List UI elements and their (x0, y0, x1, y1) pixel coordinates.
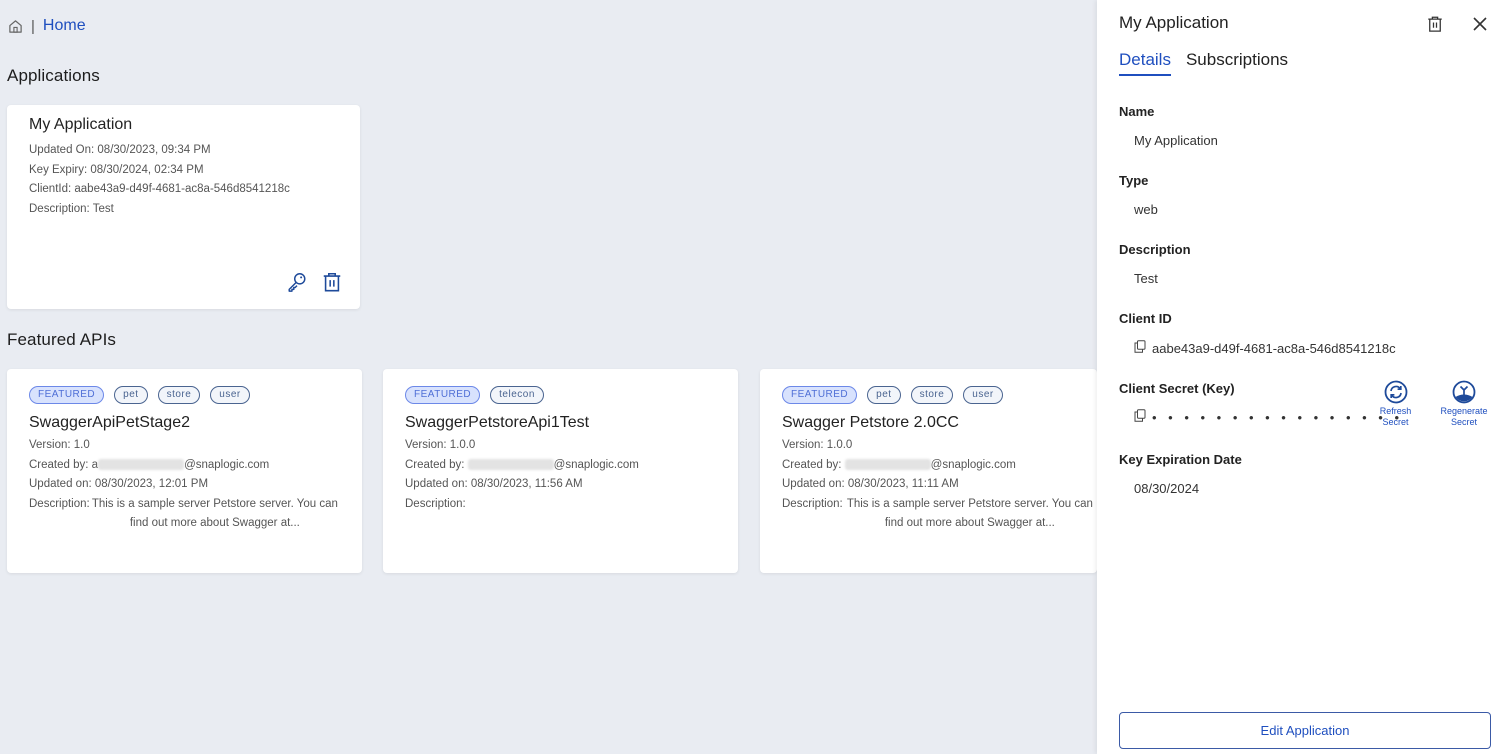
description-text (466, 495, 716, 515)
api-created-by: Created by: @snaplogic.com (405, 456, 716, 476)
application-key-expiry: Key Expiry: 08/30/2024, 02:34 PM (29, 163, 204, 176)
field-label: Client Secret (Key) (1119, 381, 1235, 396)
regenerate-secret-button[interactable]: Regenerate Secret (1436, 380, 1492, 428)
field-label: Key Expiration Date (1119, 452, 1242, 467)
api-version: Version: 1.0 (29, 439, 90, 451)
api-name: SwaggerApiPetStage2 (29, 414, 190, 431)
field-value: • • • • • • • • • • • • • • • • (1134, 409, 1403, 425)
copy-icon[interactable] (1134, 340, 1146, 356)
tag: store (910, 386, 954, 404)
description-label: Description: (29, 497, 90, 510)
field-value: Test (1134, 271, 1158, 286)
redacted-email (98, 458, 185, 470)
edit-application-button[interactable]: Edit Application (1119, 712, 1491, 749)
secret-actions: Refresh Secret Regenerate Secret (1373, 380, 1492, 428)
api-name: SwaggerPetstoreApi1Test (405, 414, 590, 431)
client-id-value: aabe43a9-d49f-4681-ac8a-546d8541218c (1152, 340, 1396, 356)
description-label: Description: (782, 497, 843, 510)
tag: user (963, 386, 1003, 404)
application-detail-panel: My Application Details Subscriptions Nam… (1097, 0, 1500, 754)
field-type: Type web (1119, 173, 1158, 217)
panel-tabs: Details Subscriptions (1119, 50, 1288, 76)
api-created-by: Created by: a @snaplogic.com (29, 456, 340, 476)
field-key-expiration: Key Expiration Date 08/30/2024 (1119, 452, 1242, 496)
field-name: Name My Application (1119, 104, 1218, 148)
api-updated-on: Updated on: 08/30/2023, 12:01 PM (29, 478, 209, 490)
api-created-by: Created by: @snaplogic.com (782, 456, 1075, 476)
api-updated-on: Updated on: 08/30/2023, 11:11 AM (782, 478, 959, 490)
application-client-id: ClientId: aabe43a9-d49f-4681-ac8a-546d85… (29, 183, 290, 195)
tab-details[interactable]: Details (1119, 50, 1171, 76)
application-description: Description: Test (29, 202, 114, 215)
api-name: Swagger Petstore 2.0CC (782, 414, 959, 431)
tag: pet (114, 386, 148, 404)
tag-list: FEATURED telecon (405, 386, 716, 404)
breadcrumb-home-link[interactable]: Home (43, 17, 86, 35)
api-card[interactable]: FEATURED telecon SwaggerPetstoreApi1Test… (383, 369, 738, 573)
api-version: Version: 1.0.0 (782, 439, 853, 451)
tag: pet (867, 386, 901, 404)
key-icon[interactable] (286, 271, 308, 293)
panel-title: My Application (1119, 13, 1229, 32)
api-updated-on: Updated on: 08/30/2023, 11:56 AM (405, 478, 583, 490)
field-label: Type (1119, 173, 1149, 188)
trash-icon[interactable] (1424, 13, 1446, 35)
created-by-domain: @snaplogic.com (930, 458, 1016, 471)
home-icon[interactable] (8, 19, 23, 34)
field-value: web (1134, 202, 1158, 217)
field-client-secret: Client Secret (Key) • • • • • • • • • • … (1119, 381, 1403, 425)
applications-heading: Applications (7, 66, 100, 85)
api-card[interactable]: FEATURED pet store user Swagger Petstore… (760, 369, 1097, 573)
application-updated-on: Updated On: 08/30/2023, 09:34 PM (29, 144, 211, 156)
featured-apis-heading: Featured APIs (7, 330, 117, 349)
created-by-domain: @snaplogic.com (553, 458, 639, 471)
api-description: Description: This is a sample server Pets… (29, 495, 340, 534)
field-value: 08/30/2024 (1134, 481, 1200, 496)
api-description: Description: This is a sample server Pets… (782, 495, 1097, 534)
regenerate-label-line2: Secret (1450, 417, 1477, 427)
created-by-label: Created by: (782, 458, 842, 471)
redacted-email (467, 458, 554, 470)
created-by-label: Created by: (29, 458, 89, 471)
tag: telecon (490, 386, 544, 404)
application-name: My Application (29, 116, 133, 133)
refresh-label-line1: Refresh (1379, 406, 1412, 416)
tag-list: FEATURED pet store user (29, 386, 340, 404)
field-description: Description Test (1119, 242, 1191, 286)
refresh-label-line2: Secret (1382, 417, 1409, 427)
tag: store (157, 386, 201, 404)
tag-list: FEATURED pet store user (782, 386, 1075, 404)
description-label: Description: (405, 497, 466, 510)
description-text: This is a sample server Petstore server.… (846, 497, 1093, 530)
field-label: Description (1119, 242, 1191, 257)
copy-icon[interactable] (1134, 409, 1146, 425)
created-by-domain: @snaplogic.com (184, 458, 270, 471)
api-card[interactable]: FEATURED pet store user SwaggerApiPetSta… (7, 369, 362, 573)
redacted-email (844, 458, 931, 470)
field-client-id: Client ID aabe43a9-d49f-4681-ac8a-546d85… (1119, 311, 1396, 356)
field-value: aabe43a9-d49f-4681-ac8a-546d8541218c (1134, 340, 1396, 356)
breadcrumb: | Home (8, 17, 86, 35)
refresh-icon (1384, 380, 1407, 404)
tab-subscriptions[interactable]: Subscriptions (1186, 50, 1288, 76)
regenerate-icon (1452, 380, 1476, 404)
application-card[interactable]: My Application Updated On: 08/30/2023, 0… (7, 105, 360, 309)
regenerate-label-line1: Regenerate (1440, 406, 1488, 416)
api-version: Version: 1.0.0 (405, 439, 476, 451)
tag-featured: FEATURED (405, 386, 481, 404)
api-description: Description: (405, 495, 716, 515)
field-value: My Application (1134, 133, 1218, 148)
field-label: Client ID (1119, 311, 1172, 326)
refresh-secret-button[interactable]: Refresh Secret (1373, 380, 1418, 428)
tag: user (210, 386, 250, 404)
tag-featured: FEATURED (782, 386, 858, 404)
breadcrumb-separator: | (31, 17, 35, 35)
description-text: This is a sample server Petstore server.… (91, 497, 338, 530)
tag-featured: FEATURED (29, 386, 105, 404)
created-by-label: Created by: (405, 458, 465, 471)
field-label: Name (1119, 104, 1155, 119)
client-secret-masked: • • • • • • • • • • • • • • • • (1152, 409, 1403, 425)
trash-icon[interactable] (321, 271, 343, 293)
close-icon[interactable] (1469, 13, 1491, 35)
